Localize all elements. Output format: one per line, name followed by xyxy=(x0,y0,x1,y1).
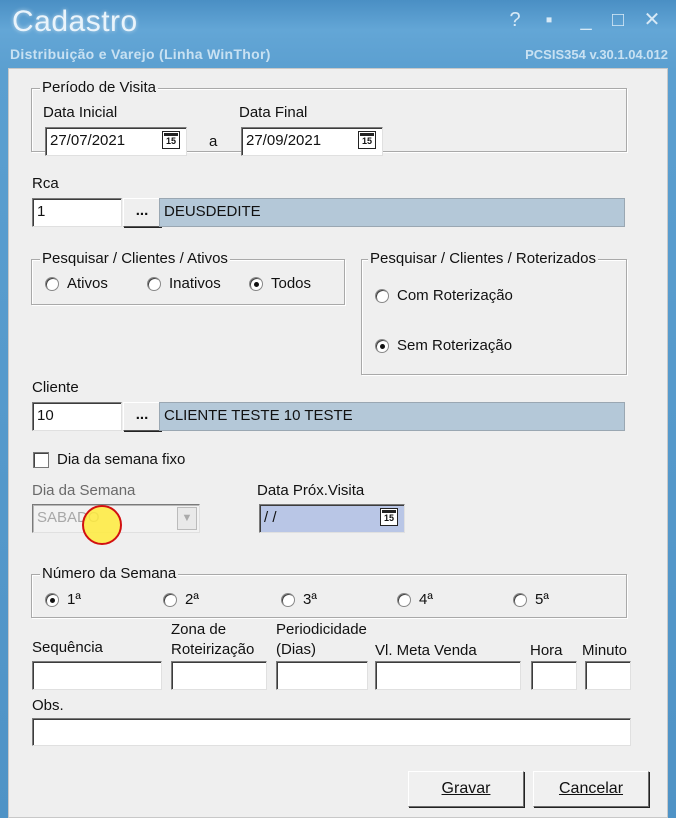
radio-semana-3-circle[interactable] xyxy=(281,592,295,607)
radio-semana-5-label: 5ª xyxy=(535,591,549,608)
periodicidade-label-line2: (Dias) xyxy=(276,641,316,658)
radio-semana-4-label: 4ª xyxy=(419,591,433,608)
radio-com-roterizacao-circle[interactable] xyxy=(375,288,389,303)
radio-semana-3-label: 3ª xyxy=(303,591,317,608)
a-label: a xyxy=(209,133,218,150)
meta-venda-input[interactable] xyxy=(375,661,521,690)
data-prox-value: / / xyxy=(264,509,277,526)
data-final-label: Data Final xyxy=(239,104,308,121)
dia-fixo-checkbox[interactable] xyxy=(33,452,49,468)
radio-semana-5[interactable]: 5ª xyxy=(513,591,549,608)
cliente-code-value: 10 xyxy=(37,407,54,424)
close-icon[interactable]: ✕ xyxy=(640,8,664,32)
cliente-label: Cliente xyxy=(32,379,79,396)
calendar-icon[interactable]: 15 xyxy=(162,131,180,149)
hora-input[interactable] xyxy=(531,661,577,690)
radio-semana-4-circle[interactable] xyxy=(397,592,411,607)
dia-fixo-label: Dia da semana fixo xyxy=(57,451,186,468)
periodo-legend: Período de Visita xyxy=(40,79,158,96)
radio-inativos-circle[interactable] xyxy=(147,276,161,291)
radio-semana-2-label: 2ª xyxy=(185,591,199,608)
radio-semana-1-circle[interactable] xyxy=(45,592,59,607)
rca-label: Rca xyxy=(32,175,59,192)
data-inicial-field[interactable]: 27/07/2021 15 xyxy=(45,127,187,156)
radio-todos-label: Todos xyxy=(271,275,312,292)
cancelar-button[interactable]: Cancelar xyxy=(533,771,649,807)
cancelar-label: Cancelar xyxy=(558,780,624,797)
version-label: PCSIS354 v.30.1.04.012 xyxy=(525,47,668,62)
roterizados-group: Pesquisar / Clientes / Roterizados xyxy=(361,250,627,375)
radio-ativos-circle[interactable] xyxy=(45,276,59,291)
window-subtitle: Distribuição e Varejo (Linha WinThor) xyxy=(10,46,271,62)
rca-name-value: DEUSDEDITE xyxy=(164,203,261,220)
data-inicial-value: 27/07/2021 xyxy=(50,132,126,149)
radio-todos-circle[interactable] xyxy=(249,276,263,291)
zona-label-line2: Roteirização xyxy=(171,641,255,658)
radio-inativos-label: Inativos xyxy=(169,275,221,292)
minimize-icon[interactable]: _ xyxy=(574,8,598,32)
gravar-label: Gravar xyxy=(441,780,491,797)
radio-ativos-label: Ativos xyxy=(67,275,108,292)
cliente-search-button[interactable]: ... xyxy=(123,402,161,431)
calendar-icon[interactable]: 15 xyxy=(358,131,376,149)
maximize-icon[interactable]: □ xyxy=(606,8,630,32)
dia-semana-label: Dia da Semana xyxy=(32,482,136,499)
obs-input[interactable] xyxy=(32,718,631,746)
zona-label-line1: Zona de xyxy=(171,621,227,638)
radio-semana-1[interactable]: 1ª xyxy=(45,591,81,608)
cliente-name-field: CLIENTE TESTE 10 TESTE xyxy=(159,402,625,431)
mouse-cursor-highlight xyxy=(82,505,122,545)
roterizados-legend: Pesquisar / Clientes / Roterizados xyxy=(368,250,598,267)
ativos-legend: Pesquisar / Clientes / Ativos xyxy=(40,250,230,267)
help-icon[interactable]: ? xyxy=(503,8,527,32)
radio-com-roterizacao-label: Com Roterização xyxy=(397,287,513,304)
meta-label: Vl. Meta Venda xyxy=(375,642,477,659)
radio-inativos[interactable]: Inativos xyxy=(147,275,221,292)
data-inicial-label: Data Inicial xyxy=(43,104,118,121)
radio-semana-5-circle[interactable] xyxy=(513,592,527,607)
minuto-label: Minuto xyxy=(582,642,628,659)
restore-icon[interactable]: ▪ xyxy=(537,8,561,32)
rca-code-field[interactable]: 1 xyxy=(32,198,122,227)
rca-code-value: 1 xyxy=(37,203,46,220)
radio-sem-roterizacao[interactable]: Sem Roterização xyxy=(375,337,512,354)
data-final-field[interactable]: 27/09/2021 15 xyxy=(241,127,383,156)
minuto-input[interactable] xyxy=(585,661,631,690)
title-bar[interactable]: Cadastro Distribuição e Varejo (Linha Wi… xyxy=(0,0,676,66)
radio-ativos[interactable]: Ativos xyxy=(45,275,108,292)
zona-input[interactable] xyxy=(171,661,267,690)
cliente-name-value: CLIENTE TESTE 10 TESTE xyxy=(164,407,353,424)
radio-todos[interactable]: Todos xyxy=(249,275,311,292)
rca-search-button[interactable]: ... xyxy=(123,198,161,227)
radio-semana-4[interactable]: 4ª xyxy=(397,591,433,608)
form-body: Período de Visita Data Inicial 27/07/202… xyxy=(8,68,668,818)
cliente-code-field[interactable]: 10 xyxy=(32,402,122,431)
radio-semana-1-label: 1ª xyxy=(67,591,81,608)
radio-semana-3[interactable]: 3ª xyxy=(281,591,317,608)
radio-semana-2[interactable]: 2ª xyxy=(163,591,199,608)
periodicidade-label-line1: Periodicidade xyxy=(276,621,367,638)
rca-name-field: DEUSDEDITE xyxy=(159,198,625,227)
calendar-icon[interactable]: 15 xyxy=(380,508,398,526)
data-prox-field[interactable]: / / 15 xyxy=(259,504,405,533)
periodicidade-input[interactable] xyxy=(276,661,368,690)
data-final-value: 27/09/2021 xyxy=(246,132,322,149)
chevron-down-icon[interactable]: ▼ xyxy=(177,507,197,530)
window-title: Cadastro xyxy=(12,5,138,38)
hora-label: Hora xyxy=(530,642,563,659)
app-window: Cadastro Distribuição e Varejo (Linha Wi… xyxy=(0,0,676,818)
gravar-button[interactable]: Gravar xyxy=(408,771,524,807)
radio-sem-roterizacao-label: Sem Roterização xyxy=(397,337,513,354)
sequencia-input[interactable] xyxy=(32,661,162,690)
data-prox-label: Data Próx.Visita xyxy=(257,482,365,499)
radio-com-roterizacao[interactable]: Com Roterização xyxy=(375,287,513,304)
numero-semana-legend: Número da Semana xyxy=(40,565,179,582)
sequencia-label: Sequência xyxy=(32,639,103,656)
radio-semana-2-circle[interactable] xyxy=(163,592,177,607)
radio-sem-roterizacao-circle[interactable] xyxy=(375,338,389,353)
obs-label: Obs. xyxy=(32,697,64,714)
